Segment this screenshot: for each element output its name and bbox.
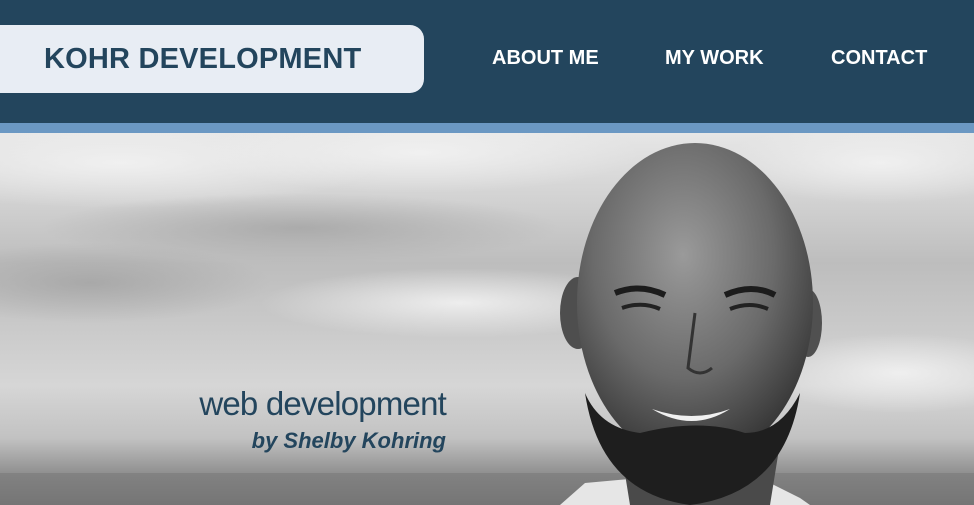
brand-logo-link[interactable]: KOHR DEVELOPMENT xyxy=(0,25,424,93)
portrait-photo xyxy=(0,133,974,505)
site-header: KOHR DEVELOPMENT ABOUT ME MY WORK CONTAC… xyxy=(0,0,974,123)
brand-title: KOHR DEVELOPMENT xyxy=(44,42,362,75)
hero-byline: by Shelby Kohring xyxy=(251,428,446,453)
hero-banner: web development by Shelby Kohring xyxy=(0,133,974,505)
hero-tagline: web development xyxy=(199,385,446,422)
page: KOHR DEVELOPMENT ABOUT ME MY WORK CONTAC… xyxy=(0,0,974,505)
nav-link-about-me[interactable]: ABOUT ME xyxy=(492,44,599,72)
nav-link-contact[interactable]: CONTACT xyxy=(831,44,927,72)
hero-tagline-block: web development by Shelby Kohring xyxy=(199,382,446,456)
nav-link-my-work[interactable]: MY WORK xyxy=(665,44,764,72)
header-accent-stripe xyxy=(0,123,974,133)
